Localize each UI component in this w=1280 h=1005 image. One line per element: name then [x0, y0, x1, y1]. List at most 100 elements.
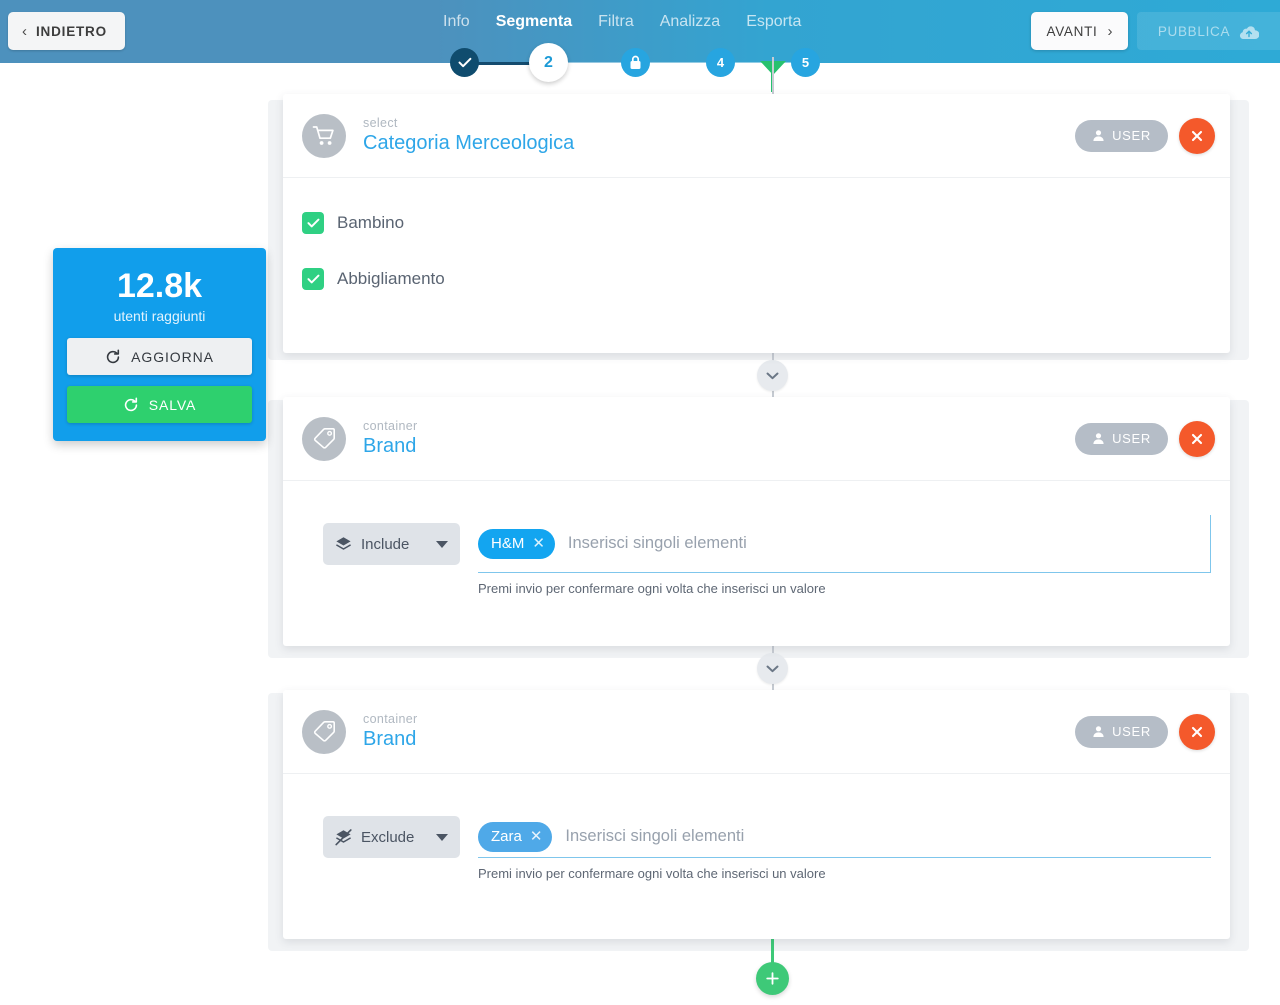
refresh-icon [106, 349, 120, 363]
chip-field-hint: Premi invio per confermare ogni volta ch… [478, 866, 826, 881]
chevron-down-icon [766, 372, 779, 379]
step-3[interactable] [621, 48, 650, 77]
nav-item-filtra[interactable]: Filtra [598, 13, 634, 31]
segment-card-brand-include: container Brand USER Include H&M ✕ Inser… [283, 397, 1230, 646]
mode-select-exclude[interactable]: Exclude [323, 816, 460, 858]
close-icon[interactable]: ✕ [530, 829, 543, 844]
chip-input[interactable] [567, 528, 1210, 559]
card-kind-label: select [363, 115, 398, 130]
nav-item-segmenta[interactable]: Segmenta [496, 13, 572, 31]
close-icon [1191, 726, 1203, 737]
remove-card-button[interactable] [1179, 420, 1215, 457]
close-icon[interactable]: ✕ [532, 536, 545, 551]
back-button-label: INDIETRO [36, 23, 107, 39]
chip-input[interactable] [565, 821, 1211, 852]
publish-button-label: PUBBLICA [1157, 23, 1231, 39]
card-body: Bambino Abbigliamento [283, 178, 1230, 328]
chevron-down-icon [436, 833, 448, 841]
filter-row: Exclude Zara ✕ Premi invio per confermar… [302, 800, 1211, 881]
nav-item-esporta[interactable]: Esporta [746, 13, 801, 31]
refresh-button-label: AGGIORNA [131, 348, 214, 365]
back-button[interactable]: ‹ INDIETRO [8, 12, 125, 50]
step-4[interactable]: 4 [706, 48, 735, 77]
person-icon [1093, 726, 1104, 737]
step-2[interactable]: 2 [529, 43, 568, 82]
refresh-icon [124, 397, 137, 411]
card-kind-label: container [363, 418, 418, 433]
checkbox-checked-icon[interactable] [302, 268, 324, 290]
chip-field-inner: H&M ✕ [478, 515, 1211, 573]
filter-row: Include H&M ✕ Premi invio per confermare… [302, 507, 1211, 596]
close-icon [1191, 130, 1203, 141]
segment-card-category: select Categoria Merceologica USER Bambi… [283, 94, 1230, 353]
checkbox-row-abbigliamento[interactable]: Abbigliamento [302, 260, 1211, 298]
top-nav: Info Segmenta Filtra Analizza Esporta [443, 13, 801, 31]
chip-field-hint: Premi invio per confermare ogni volta ch… [478, 581, 826, 596]
card-title: Brand [363, 727, 417, 750]
user-scope-badge[interactable]: USER [1075, 715, 1168, 748]
audience-stats-panel: 12.8k utenti raggiunti AGGIORNA SALVA [53, 248, 266, 441]
check-icon [458, 57, 471, 68]
checkbox-checked-icon[interactable] [302, 212, 324, 234]
step-5[interactable]: 5 [791, 48, 820, 77]
user-scope-label: USER [1112, 724, 1151, 739]
remove-card-button[interactable] [1179, 117, 1215, 154]
card-body: Exclude Zara ✕ Premi invio per confermar… [283, 774, 1230, 911]
card-header: container Brand USER [283, 690, 1230, 774]
save-button[interactable]: SALVA [67, 386, 252, 423]
chip-label: H&M [491, 535, 525, 552]
card-header: container Brand USER [283, 397, 1230, 481]
layers-icon [336, 536, 351, 550]
shopping-cart-icon [312, 125, 334, 145]
tag-icon [313, 721, 335, 742]
chip-field: Zara ✕ Premi invio per confermare ogni v… [478, 816, 1211, 881]
publish-button[interactable]: PUBBLICA [1137, 12, 1280, 50]
connector-chevron-2[interactable] [757, 653, 788, 684]
card-title: Categoria Merceologica [363, 131, 575, 154]
checkbox-label: Abbigliamento [337, 269, 445, 288]
check-icon [306, 274, 319, 284]
lock-icon [630, 55, 641, 69]
connector-chevron-1[interactable] [757, 360, 788, 391]
mode-select-include[interactable]: Include [323, 523, 460, 565]
person-icon [1093, 130, 1104, 141]
plus-icon [766, 972, 779, 985]
remove-card-button[interactable] [1179, 713, 1215, 750]
chip-field-inner: Zara ✕ [478, 816, 1211, 858]
user-scope-label: USER [1112, 128, 1151, 143]
next-button-label: AVANTI [1046, 23, 1098, 39]
layers-off-icon [335, 828, 352, 845]
card-header-actions: USER [1075, 713, 1215, 750]
chip-hm[interactable]: H&M ✕ [478, 528, 555, 559]
step-1[interactable] [450, 48, 479, 77]
user-scope-badge[interactable]: USER [1075, 119, 1168, 152]
avatar [302, 416, 346, 461]
nav-item-analizza[interactable]: Analizza [660, 13, 720, 31]
card-body: Include H&M ✕ Premi invio per confermare… [283, 481, 1230, 626]
next-button[interactable]: AVANTI › [1031, 12, 1128, 50]
card-kind-label: container [363, 711, 418, 726]
audience-count: 12.8k [116, 267, 203, 305]
mode-select-label: Include [361, 535, 410, 553]
add-block-button[interactable] [756, 962, 789, 995]
chip-label: Zara [491, 828, 522, 845]
audience-caption: utenti raggiunti [113, 308, 206, 324]
chevron-left-icon: ‹ [22, 22, 27, 40]
chevron-right-icon: › [1107, 22, 1113, 40]
cloud-upload-icon [1240, 25, 1260, 39]
checkbox-label: Bambino [337, 213, 405, 232]
tag-icon [313, 428, 335, 449]
mode-select-label: Exclude [361, 828, 415, 846]
close-icon [1191, 433, 1203, 444]
card-title: Brand [363, 434, 417, 457]
check-icon [306, 218, 319, 228]
chip-field: H&M ✕ Premi invio per confermare ogni vo… [478, 515, 1211, 596]
chip-zara[interactable]: Zara ✕ [478, 821, 553, 852]
card-header-actions: USER [1075, 117, 1215, 154]
nav-item-info[interactable]: Info [443, 13, 470, 31]
refresh-button[interactable]: AGGIORNA [67, 338, 252, 375]
save-button-label: SALVA [148, 396, 197, 413]
checkbox-row-bambino[interactable]: Bambino [302, 204, 1211, 242]
card-title-group: container Brand [363, 712, 418, 752]
user-scope-badge[interactable]: USER [1075, 422, 1168, 455]
